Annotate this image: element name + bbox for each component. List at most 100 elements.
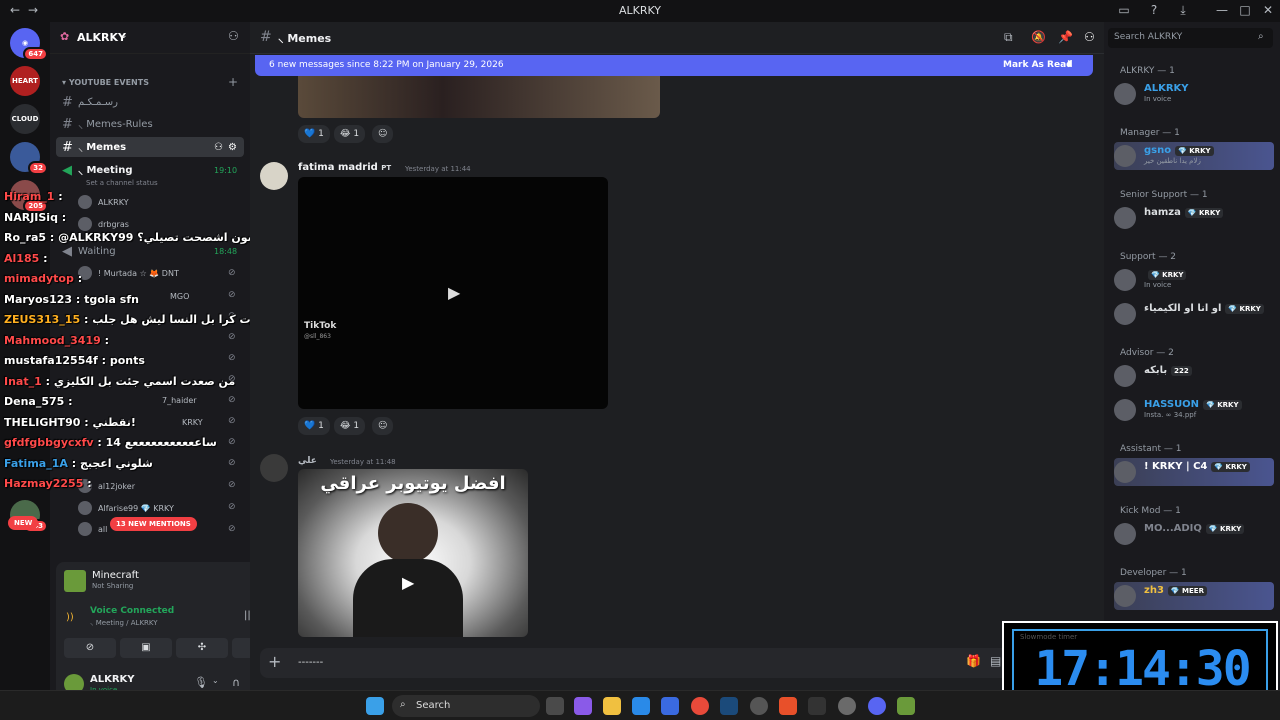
direct-messages-button[interactable]: ◉ 647 (10, 28, 48, 61)
gift-icon[interactable]: 🎁 (966, 654, 981, 668)
overlay-chat-line: THELIGHT90 : نقطني! (4, 416, 136, 429)
member-row[interactable]: MO...ADIQ 💎 KRKY (1114, 520, 1274, 548)
image-attachment[interactable] (298, 76, 660, 118)
camera-off-button[interactable]: ⊘ (64, 638, 116, 658)
unread-badge: 32 (28, 161, 48, 175)
member-status: In voice (1144, 95, 1172, 103)
copilot-icon[interactable] (574, 697, 592, 715)
voice-channel-meeting[interactable]: ◀ ⸜ Meeting 19:10 (56, 160, 244, 180)
server-icon[interactable]: CLOUD (10, 104, 40, 134)
message-author[interactable]: fatima madrid PT (298, 162, 391, 173)
avatar[interactable] (260, 454, 288, 482)
channel-status[interactable]: Set a channel status (86, 179, 158, 187)
minecraft-app-icon[interactable] (897, 697, 915, 715)
message-composer[interactable]: + ------- 🎁 ▤ (260, 648, 1094, 678)
edge-icon[interactable] (632, 697, 650, 715)
add-member-icon[interactable]: ⚇ (228, 29, 239, 43)
overlay-chat-line: Hiram_1 : (4, 190, 63, 203)
reaction[interactable]: 😂 1 (334, 417, 366, 435)
composer-input[interactable]: ------- (298, 657, 323, 668)
maximize-button[interactable]: □ (1235, 3, 1255, 17)
member-row[interactable]: 💎 KRKY In voice (1114, 266, 1274, 294)
plus-icon[interactable]: + (268, 652, 281, 671)
overlay-username: gfdfgbbgycxfv (4, 436, 94, 449)
member-row[interactable]: بابكه 222 (1114, 362, 1274, 390)
minimize-button[interactable]: — (1212, 3, 1232, 17)
file-explorer-icon[interactable] (603, 697, 621, 715)
channel-memes-rules[interactable]: # ⸜ Memes-Rules (56, 114, 244, 134)
member-name: hamza (1144, 207, 1181, 218)
threads-icon[interactable]: ⧉ (1004, 30, 1013, 45)
channel-rasmakum[interactable]: # رسـمـكـم (56, 92, 244, 112)
new-messages-banner[interactable]: 6 new messages since 8:22 PM on January … (255, 55, 1093, 76)
mark-as-read-button[interactable]: Mark As Read (1003, 60, 1073, 70)
member-row[interactable]: HASSUON 💎 KRKY Insta. ∞ 34.ppf (1114, 396, 1274, 424)
channel-memes[interactable]: # ⸜ Memes ⚇ ⚙ (56, 137, 244, 157)
member-tag-badge: 💎 KRKY (1175, 146, 1214, 156)
download-icon[interactable]: ⤓ (1173, 3, 1193, 18)
settings-app-icon[interactable] (750, 697, 768, 715)
create-channel-icon[interactable]: + (228, 75, 238, 89)
brave-icon[interactable] (779, 697, 797, 715)
search-input[interactable]: Search ALKRKY ⌕ (1108, 28, 1273, 48)
member-row[interactable]: zh3 💎 MEER (1114, 582, 1274, 610)
notifications-muted-icon[interactable]: 🔕 (1031, 30, 1046, 44)
pin-icon[interactable]: 📌 (1058, 30, 1073, 44)
steam-icon[interactable] (720, 697, 738, 715)
taskbar-search[interactable]: ⌕ Search (392, 695, 540, 717)
server-icon[interactable]: 32 (10, 142, 48, 175)
gif-icon[interactable]: ▤ (990, 654, 1001, 668)
reaction[interactable]: 💙 1 (298, 125, 330, 143)
discord-logo-icon: ◉ (21, 39, 29, 47)
chrome-icon[interactable] (691, 697, 709, 715)
play-icon[interactable]: ▶ (402, 573, 414, 592)
guild-header[interactable]: ✿ ALKRKY ⌄ ⚇ (50, 22, 250, 54)
member-row[interactable]: hamza 💎 KRKY (1114, 204, 1274, 232)
help-icon[interactable]: ? (1144, 3, 1164, 17)
microphone-icon[interactable]: 🎙 (194, 676, 208, 689)
overlay-chat-line: Al185 : (4, 252, 47, 265)
voice-channel-label[interactable]: ⸜ Meeting / ALKRKY (90, 619, 158, 628)
member-name-line: HASSUON 💎 KRKY (1144, 399, 1242, 410)
capcut-icon[interactable] (808, 697, 826, 715)
new-unreads-pill[interactable]: NEW (8, 516, 39, 530)
avatar[interactable] (260, 162, 288, 190)
overlay-separator: : (93, 436, 106, 449)
discord-app-icon[interactable] (868, 697, 886, 715)
headphones-icon[interactable]: ∩ (232, 676, 240, 689)
member-row[interactable]: ALKRKY In voice (1114, 80, 1274, 108)
server-icon[interactable]: HEART (10, 66, 40, 96)
members-list-icon[interactable]: ⚇ (1084, 30, 1095, 44)
share-screen-button[interactable]: ▣ (120, 638, 172, 658)
windows-start-icon[interactable] (366, 697, 384, 715)
message-author[interactable]: علي (298, 456, 317, 466)
member-name-line: بابكه 222 (1144, 365, 1192, 376)
video-thumbnail[interactable]: افضل يوتيوبر عراقي ▶ (298, 469, 528, 637)
activities-button[interactable]: ✣ (176, 638, 228, 658)
video-attachment[interactable]: ▶ TikTok @sll_863 (298, 177, 608, 409)
invite-icon[interactable]: ⚇ (214, 142, 223, 153)
member-row[interactable]: gsno 💎 KRKY زلام يدا ناطقين خير (1114, 142, 1274, 170)
obs-icon[interactable] (838, 697, 856, 715)
voice-user[interactable]: all (78, 519, 107, 539)
add-reaction-button[interactable]: ☺ (372, 417, 394, 435)
close-button[interactable]: ✕ (1258, 3, 1278, 17)
member-row[interactable]: او انا او الكيمياء 💎 KRKY (1114, 300, 1274, 328)
overlay-separator: : (64, 395, 73, 408)
task-view-icon[interactable] (546, 697, 564, 715)
category-youtube-events[interactable]: ▾ YOUTUBE EVENTS (62, 78, 149, 87)
store-icon[interactable] (661, 697, 679, 715)
banner-text: 6 new messages since 8:22 PM on January … (269, 60, 504, 70)
member-row[interactable]: ! KRKY | C4 💎 KRKY (1114, 458, 1274, 486)
reaction[interactable]: 😂 1 (334, 125, 366, 143)
voice-user[interactable]: Alfarise99 💎 KRKY (78, 498, 174, 518)
member-name-line: hamza 💎 KRKY (1144, 207, 1224, 218)
new-mentions-pill[interactable]: 13 NEW MENTIONS (110, 517, 197, 531)
gear-icon[interactable]: ⚙ (228, 142, 237, 153)
play-icon[interactable]: ▶ (448, 283, 460, 302)
inbox-icon[interactable]: ▭ (1114, 3, 1134, 17)
taskbar: ⌕ Search (0, 690, 1280, 720)
chevron-down-icon[interactable]: ⌄ (212, 676, 219, 685)
reaction[interactable]: 💙 1 (298, 417, 330, 435)
add-reaction-button[interactable]: ☺ (372, 125, 394, 143)
